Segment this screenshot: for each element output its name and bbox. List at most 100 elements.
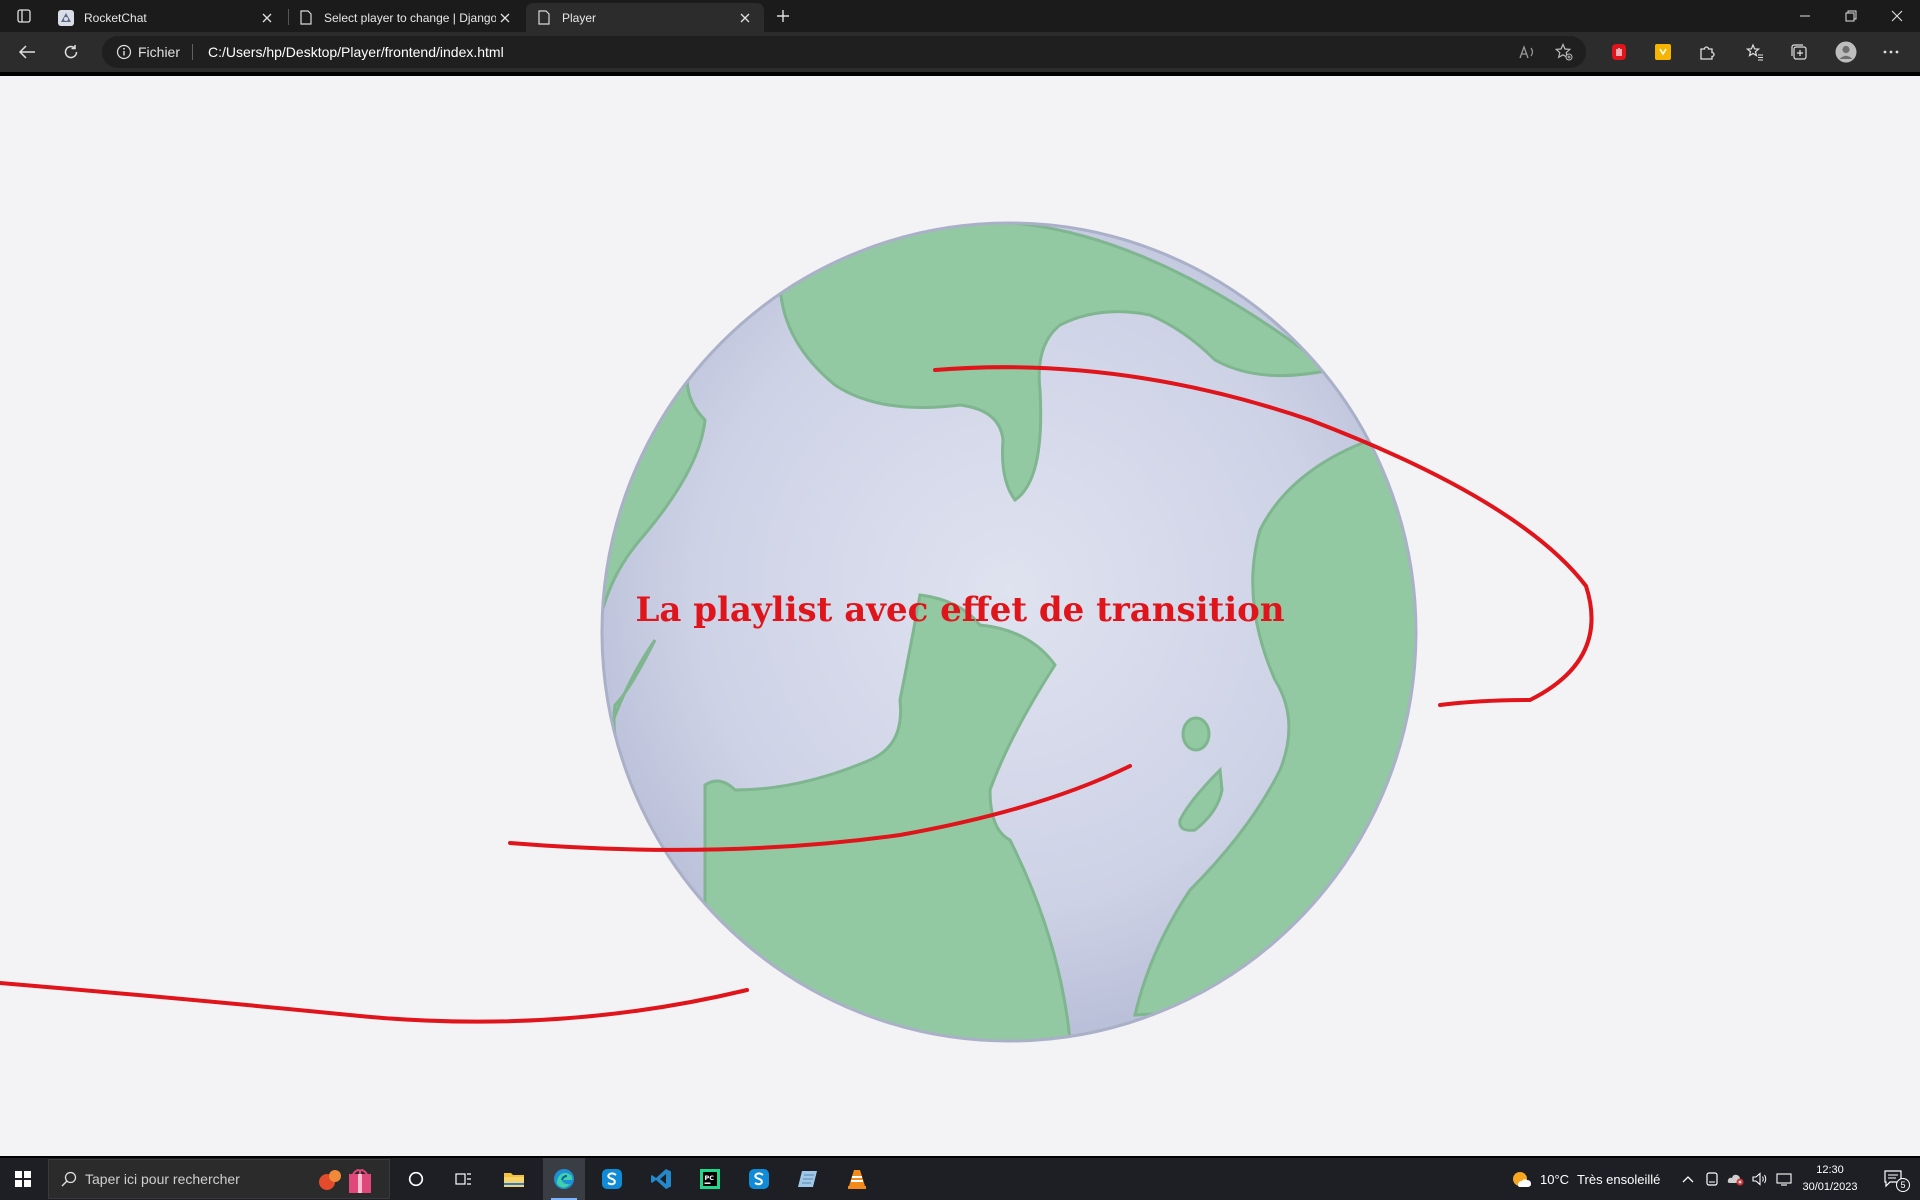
clock-date: 30/01/2023 (1802, 1181, 1858, 1193)
profile-button[interactable] (1829, 37, 1863, 67)
info-icon (116, 44, 132, 60)
search-highlight-gift-icon (319, 1169, 371, 1193)
browser-window: RocketChat Select player to change | Dja… (0, 0, 1920, 1200)
refresh-icon (64, 45, 78, 59)
tab-strip: RocketChat Select player to change | Dja… (0, 0, 1920, 32)
network-button[interactable] (1774, 1158, 1794, 1200)
vscode-icon (651, 1169, 671, 1189)
yellow-extension-icon (1655, 44, 1671, 60)
address-bar[interactable]: Fichier C:/Users/hp/Desktop/Player/front… (102, 36, 1586, 68)
browser-toolbar: Fichier C:/Users/hp/Desktop/Player/front… (0, 32, 1920, 72)
back-button[interactable] (10, 37, 44, 67)
vscode-button[interactable] (641, 1158, 681, 1200)
notifications-button[interactable]: 5 (1874, 1158, 1914, 1200)
skype-icon (602, 1169, 622, 1189)
show-hidden-icons-button[interactable] (1678, 1158, 1698, 1200)
profile-avatar-icon (1835, 41, 1857, 63)
notification-count-badge: 5 (1896, 1178, 1910, 1192)
taskbar-clock[interactable]: 12:30 30/01/2023 (1792, 1162, 1868, 1196)
island-small (1181, 716, 1211, 752)
close-window-button[interactable] (1874, 0, 1920, 32)
favorites-button[interactable] (1738, 37, 1772, 67)
more-button[interactable] (1874, 37, 1908, 67)
taskbar: Taper ici pour rechercher PC 10°C Très e… (0, 1158, 1920, 1200)
svg-text:PC: PC (705, 1174, 715, 1182)
read-aloud-button[interactable] (1518, 43, 1538, 61)
edge-icon (554, 1169, 574, 1189)
hand-stop-extension-icon (1612, 44, 1626, 60)
extension-button-yellow[interactable] (1646, 37, 1680, 67)
tab-title: RocketChat (84, 10, 147, 25)
tab-actions-icon (17, 9, 31, 23)
network-icon (1776, 1173, 1792, 1186)
address-separator (192, 44, 193, 60)
notepad-button[interactable] (788, 1158, 828, 1200)
tab-title: Player (562, 10, 597, 25)
cortana-button[interactable] (396, 1158, 436, 1200)
file-explorer-icon (504, 1173, 524, 1187)
site-info-button[interactable]: Fichier (116, 44, 180, 60)
collections-icon (1791, 44, 1807, 60)
close-icon (1891, 10, 1903, 22)
tab-close-icon[interactable] (736, 9, 754, 27)
url-text[interactable]: C:/Users/hp/Desktop/Player/frontend/inde… (208, 44, 504, 60)
favorite-add-icon (1555, 43, 1573, 61)
page-viewport: La playlist avec effet de transition (0, 76, 1920, 1156)
notepad-icon (798, 1171, 817, 1187)
volume-button[interactable] (1750, 1158, 1770, 1200)
back-arrow-icon (18, 45, 35, 59)
onedrive-button[interactable] (1726, 1158, 1746, 1200)
start-button[interactable] (0, 1158, 46, 1200)
windows-logo-icon (15, 1171, 31, 1187)
page-favicon-icon (298, 10, 314, 26)
cortana-icon (408, 1171, 424, 1187)
vlc-icon (848, 1170, 866, 1189)
extension-button-red[interactable] (1602, 37, 1636, 67)
refresh-button[interactable] (54, 37, 88, 67)
pycharm-button[interactable]: PC (690, 1158, 730, 1200)
search-icon (61, 1171, 77, 1187)
orbit-arc-bottom (0, 981, 749, 1024)
minimize-button[interactable] (1782, 0, 1828, 32)
weather-desc: Très ensoleillé (1577, 1171, 1661, 1187)
edge-button[interactable] (543, 1158, 585, 1200)
tab-django[interactable]: Select player to change | Django (288, 3, 524, 32)
more-dots-icon (1883, 50, 1899, 54)
file-explorer-button[interactable] (494, 1158, 534, 1200)
vlc-button[interactable] (837, 1158, 877, 1200)
weather-temp: 10°C (1540, 1171, 1570, 1187)
restore-icon (1845, 10, 1857, 22)
weather-sun-cloud-icon (1513, 1172, 1531, 1187)
collections-button[interactable] (1782, 37, 1816, 67)
clock-time: 12:30 (1816, 1164, 1844, 1176)
weather-widget[interactable]: 10°C Très ensoleillé (1510, 1158, 1660, 1200)
puzzle-icon (1700, 46, 1715, 60)
taskbar-search[interactable]: Taper ici pour rechercher (48, 1159, 390, 1199)
tab-close-icon[interactable] (258, 9, 276, 27)
task-view-icon (455, 1173, 471, 1185)
tab-close-icon[interactable] (496, 9, 514, 27)
pycharm-icon: PC (700, 1169, 720, 1189)
plus-icon (777, 10, 789, 22)
meet-now-icon (1706, 1172, 1718, 1186)
page-heading: La playlist avec effet de transition (635, 590, 1285, 630)
restore-button[interactable] (1828, 0, 1874, 32)
tab-player[interactable]: Player (526, 3, 764, 32)
extensions-button[interactable] (1690, 37, 1724, 67)
favorite-add-button[interactable] (1554, 43, 1574, 61)
favorites-star-icon (1746, 43, 1763, 61)
page-favicon-icon (536, 10, 552, 26)
tab-actions-button[interactable] (10, 4, 38, 28)
read-aloud-icon (1519, 45, 1534, 59)
cloud-error-icon (1727, 1174, 1744, 1186)
task-view-button[interactable] (444, 1158, 484, 1200)
tab-rocketchat[interactable]: RocketChat (48, 3, 286, 32)
search-placeholder: Taper ici pour rechercher (85, 1171, 240, 1187)
rocketchat-favicon-icon (58, 9, 74, 26)
skype-icon-2 (749, 1169, 769, 1189)
chevron-up-icon (1682, 1176, 1694, 1183)
skype-button[interactable] (592, 1158, 632, 1200)
tray-device-button[interactable] (1702, 1158, 1722, 1200)
skype-button-2[interactable] (739, 1158, 779, 1200)
new-tab-button[interactable] (770, 4, 796, 28)
